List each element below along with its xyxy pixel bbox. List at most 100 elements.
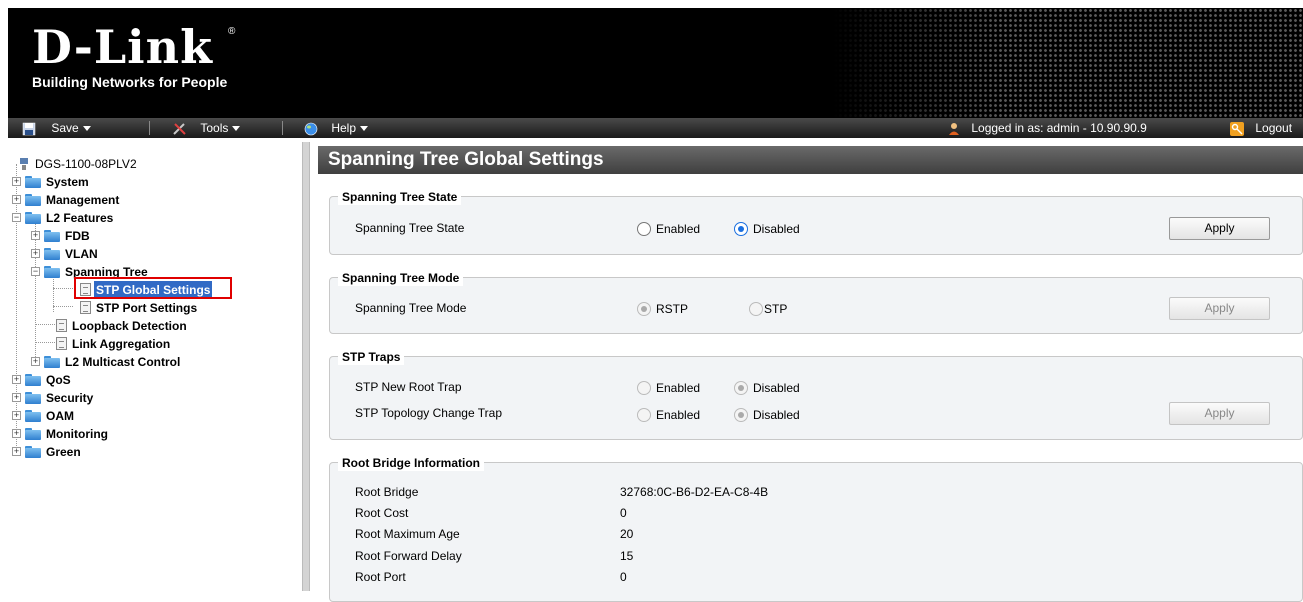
radio-icon — [637, 221, 651, 236]
expand-icon[interactable]: + — [12, 447, 21, 456]
tree-item-fdb[interactable]: FDB — [44, 226, 92, 244]
folder-icon — [25, 409, 41, 422]
expand-icon[interactable]: + — [12, 177, 21, 186]
floppy-disk-icon — [22, 122, 36, 136]
user-icon — [949, 122, 959, 135]
radio-icon — [637, 380, 651, 395]
state-enabled-radio[interactable]: Enabled — [637, 221, 700, 237]
traps-apply-button[interactable]: Apply — [1169, 402, 1270, 425]
folder-icon — [44, 355, 60, 368]
root-max-age-label: Root Maximum Age — [355, 527, 460, 541]
radio-icon — [637, 407, 651, 422]
page-icon — [80, 301, 91, 315]
stp-traps-panel: STP Traps STP New Root Trap Enabled Disa… — [329, 349, 1303, 440]
mode-rstp-radio[interactable]: RSTP — [637, 301, 688, 317]
pane-splitter[interactable] — [302, 142, 310, 591]
tree-item-management[interactable]: Management — [25, 190, 121, 208]
root-forward-delay-value: 15 — [620, 549, 634, 563]
tools-menu[interactable]: Tools — [172, 118, 241, 138]
open-folder-icon — [25, 211, 41, 224]
page-icon — [56, 337, 67, 351]
tree-item-l2-multicast-control[interactable]: L2 Multicast Control — [44, 352, 182, 370]
root-max-age-value: 20 — [620, 527, 634, 541]
mode-stp-radio[interactable]: STP — [749, 301, 787, 317]
radio-checked-icon — [637, 301, 651, 316]
folder-icon — [25, 391, 41, 404]
main-content: Spanning Tree Global Settings Spanning T… — [310, 142, 1303, 602]
logo-registered-mark: ® — [228, 26, 236, 37]
panel-legend: Spanning Tree State — [338, 189, 462, 205]
radio-icon — [749, 301, 763, 316]
highlight-box — [74, 277, 232, 299]
folder-icon — [25, 175, 41, 188]
new-root-enabled-radio[interactable]: Enabled — [637, 380, 700, 396]
expand-icon[interactable]: + — [31, 231, 40, 240]
chevron-down-icon — [360, 126, 369, 132]
logout-button[interactable]: Logout — [1230, 118, 1292, 138]
expand-icon[interactable]: + — [12, 375, 21, 384]
tree-item-vlan[interactable]: VLAN — [44, 244, 100, 262]
save-menu[interactable]: Save — [22, 118, 91, 138]
root-cost-label: Root Cost — [355, 506, 409, 520]
help-menu[interactable]: Help — [304, 118, 369, 138]
save-menu-label: Save — [51, 121, 79, 135]
topology-change-trap-label: STP Topology Change Trap — [355, 406, 502, 420]
topology-enabled-radio[interactable]: Enabled — [637, 407, 700, 423]
tree-item-l2-features[interactable]: L2 Features — [25, 208, 115, 226]
navigation-tree: DGS-1100-08PLV2 + System + Management − … — [8, 142, 302, 591]
root-port-value: 0 — [620, 570, 627, 584]
spanning-tree-state-panel: Spanning Tree State Spanning Tree State … — [329, 189, 1303, 255]
key-icon — [1230, 121, 1244, 136]
tree-item-link-aggregation[interactable]: Link Aggregation — [56, 334, 172, 352]
folder-icon — [25, 193, 41, 206]
new-root-disabled-radio[interactable]: Disabled — [734, 380, 800, 396]
logo-brand: D-Link — [32, 20, 213, 74]
tree-device-root[interactable]: DGS-1100-08PLV2 — [18, 154, 139, 172]
tree-item-system[interactable]: System — [25, 172, 91, 190]
collapse-icon[interactable]: − — [31, 267, 40, 276]
expand-icon[interactable]: + — [12, 429, 21, 438]
logged-in-text: Logged in as: admin - 10.90.90.9 — [971, 121, 1147, 135]
logout-label: Logout — [1255, 121, 1293, 135]
tree-item-security[interactable]: Security — [25, 388, 95, 406]
page-title: Spanning Tree Global Settings — [318, 146, 1303, 174]
expand-icon[interactable]: + — [12, 393, 21, 402]
root-port-label: Root Port — [355, 570, 406, 584]
spanning-tree-mode-label: Spanning Tree Mode — [355, 301, 467, 315]
root-forward-delay-label: Root Forward Delay — [355, 549, 462, 563]
folder-icon — [44, 229, 60, 242]
header-banner: D-Link ® Building Networks for People — [8, 8, 1303, 118]
tree-item-stp-port-settings[interactable]: STP Port Settings — [80, 298, 199, 316]
radio-checked-icon — [734, 221, 748, 236]
state-apply-button[interactable]: Apply — [1169, 217, 1270, 240]
mode-apply-button[interactable]: Apply — [1169, 297, 1270, 320]
tree-device-label: DGS-1100-08PLV2 — [35, 156, 137, 171]
expand-icon[interactable]: + — [31, 357, 40, 366]
collapse-icon[interactable]: − — [12, 213, 21, 222]
expand-icon[interactable]: + — [12, 411, 21, 420]
tree-item-monitoring[interactable]: Monitoring — [25, 424, 110, 442]
folder-icon — [25, 427, 41, 440]
help-menu-label: Help — [331, 121, 357, 135]
tree-item-qos[interactable]: QoS — [25, 370, 73, 388]
radio-checked-icon — [734, 380, 748, 395]
root-cost-value: 0 — [620, 506, 627, 520]
topology-disabled-radio[interactable]: Disabled — [734, 407, 800, 423]
tree-item-green[interactable]: Green — [25, 442, 83, 460]
root-bridge-info-panel: Root Bridge Information Root Bridge 3276… — [329, 455, 1303, 602]
panel-legend: Root Bridge Information — [338, 455, 484, 471]
page-icon — [56, 319, 67, 333]
new-root-trap-label: STP New Root Trap — [355, 380, 462, 394]
tree-item-oam[interactable]: OAM — [25, 406, 76, 424]
expand-icon[interactable]: + — [12, 195, 21, 204]
spanning-tree-mode-panel: Spanning Tree Mode Spanning Tree Mode RS… — [329, 270, 1303, 334]
tree-item-loopback-detection[interactable]: Loopback Detection — [56, 316, 189, 334]
folder-icon — [25, 445, 41, 458]
dlink-logo: D-Link ® Building Networks for People — [32, 20, 235, 90]
folder-icon — [44, 247, 60, 260]
chevron-down-icon — [232, 126, 241, 132]
expand-icon[interactable]: + — [31, 249, 40, 258]
state-disabled-radio[interactable]: Disabled — [734, 221, 800, 237]
chevron-down-icon — [82, 126, 91, 132]
panel-legend: STP Traps — [338, 349, 405, 365]
